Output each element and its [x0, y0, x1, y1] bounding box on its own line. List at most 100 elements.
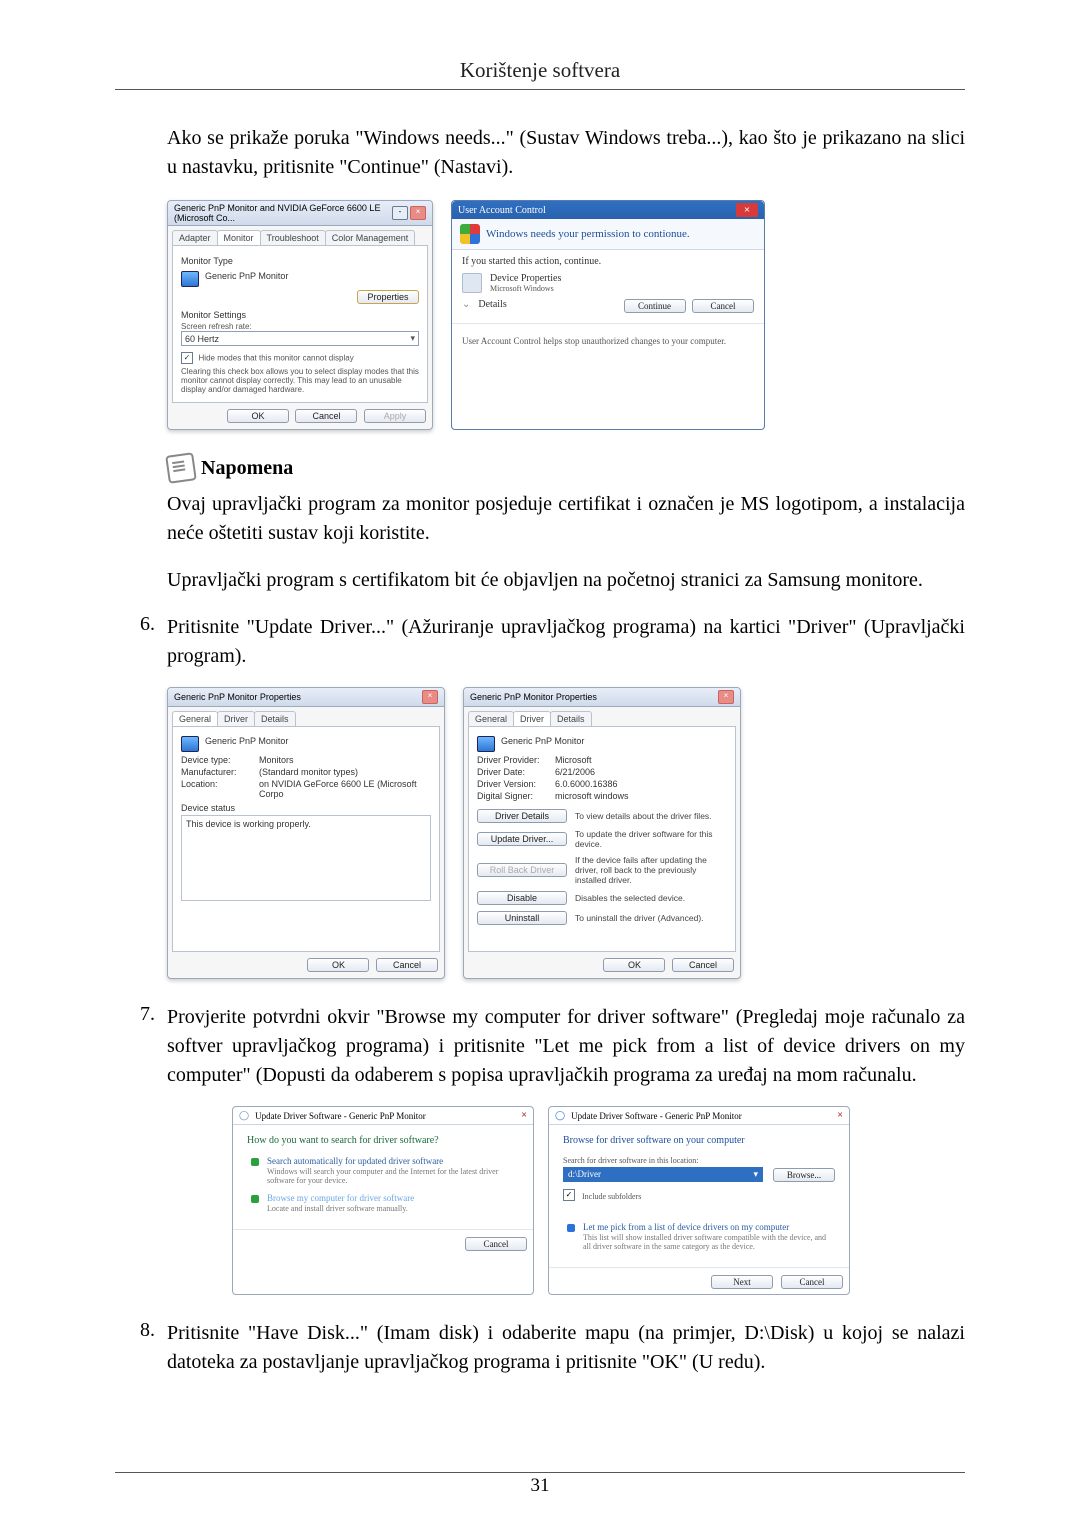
- step-number: 6.: [115, 613, 167, 671]
- refresh-rate-label: Screen refresh rate:: [181, 322, 419, 331]
- kv-key: Digital Signer:: [477, 791, 555, 801]
- step-7: 7. Provjerite potvrdni okvir "Browse my …: [115, 1003, 965, 1090]
- option-search-auto[interactable]: Search automatically for updated driver …: [251, 1156, 519, 1185]
- window-titlebar: Generic PnP Monitor and NVIDIA GeForce 6…: [168, 201, 432, 226]
- cancel-button[interactable]: Cancel: [692, 299, 754, 313]
- close-icon[interactable]: ×: [736, 203, 758, 217]
- update-driver-button[interactable]: Update Driver...: [477, 832, 567, 846]
- cancel-button[interactable]: Cancel: [672, 958, 734, 972]
- uac-headline-row: Windows needs your permission to contion…: [452, 219, 764, 250]
- note-p2: Upravljački program s certifikatom bit ć…: [167, 566, 965, 595]
- tab-details[interactable]: Details: [550, 711, 592, 726]
- uac-footer-text: User Account Control helps stop unauthor…: [462, 336, 754, 346]
- tab-general[interactable]: General: [468, 711, 514, 726]
- include-subfolders-checkbox[interactable]: ✓: [563, 1189, 575, 1201]
- monitor-icon: [477, 736, 495, 752]
- roll-back-driver-button[interactable]: Roll Back Driver: [477, 863, 567, 877]
- close-icon[interactable]: ×: [837, 1110, 843, 1121]
- path-label: Search for driver software in this locat…: [563, 1156, 835, 1165]
- page-title: Korištenje softvera: [115, 58, 965, 90]
- tab-general[interactable]: General: [172, 711, 218, 726]
- kv-key: Driver Provider:: [477, 755, 555, 765]
- device-heading: Generic PnP Monitor: [501, 736, 584, 746]
- step-number: 7.: [115, 1003, 167, 1090]
- cancel-button[interactable]: Cancel: [376, 958, 438, 972]
- hide-modes-checkbox[interactable]: ✓: [181, 352, 193, 364]
- close-icon[interactable]: ×: [422, 690, 438, 704]
- hide-modes-help: Clearing this check box allows you to se…: [181, 367, 419, 394]
- device-props-driver: Generic PnP Monitor Properties × General…: [463, 687, 741, 979]
- figure-row-1: Generic PnP Monitor and NVIDIA GeForce 6…: [167, 200, 965, 430]
- step-text: Pritisnite "Update Driver..." (Ažuriranj…: [167, 613, 965, 671]
- tab-adapter[interactable]: Adapter: [172, 230, 218, 245]
- tab-details[interactable]: Details: [254, 711, 296, 726]
- ok-button[interactable]: OK: [603, 958, 665, 972]
- page-number: 31: [0, 1475, 1080, 1497]
- uninstall-button[interactable]: Uninstall: [477, 911, 567, 925]
- properties-button[interactable]: Properties: [357, 290, 419, 304]
- expand-icon[interactable]: ⌄: [462, 299, 470, 310]
- close-icon[interactable]: ×: [521, 1110, 527, 1121]
- tab-troubleshoot[interactable]: Troubleshoot: [260, 230, 326, 245]
- figure-row-3: ◯ Update Driver Software - Generic PnP M…: [117, 1106, 965, 1295]
- apply-button[interactable]: Apply: [364, 409, 426, 423]
- monitor-settings-label: Monitor Settings: [181, 310, 419, 320]
- arrow-icon: [251, 1195, 259, 1203]
- document-page: Korištenje softvera Ako se prikaže poruk…: [0, 0, 1080, 1527]
- ok-button[interactable]: OK: [227, 409, 289, 423]
- driver-path-input[interactable]: d:\Driver ▾: [563, 1167, 763, 1182]
- cancel-button[interactable]: Cancel: [295, 409, 357, 423]
- note-p1: Ovaj upravljački program za monitor posj…: [167, 490, 965, 548]
- next-button[interactable]: Next: [711, 1275, 773, 1289]
- uac-dialog: User Account Control × Windows needs you…: [451, 200, 765, 430]
- device-props-general: Generic PnP Monitor Properties × General…: [167, 687, 445, 979]
- driver-details-button[interactable]: Driver Details: [477, 809, 567, 823]
- chevron-down-icon: ▾: [753, 1169, 758, 1180]
- minimize-icon[interactable]: -: [392, 206, 408, 220]
- monitor-type-label: Monitor Type: [181, 256, 419, 266]
- window-title: Generic PnP Monitor Properties: [174, 692, 301, 702]
- disable-button[interactable]: Disable: [477, 891, 567, 905]
- arrow-icon: [251, 1158, 259, 1166]
- arrow-icon: [567, 1224, 575, 1232]
- tab-monitor[interactable]: Monitor: [217, 230, 261, 245]
- browse-button[interactable]: Browse...: [773, 1168, 835, 1182]
- back-icon[interactable]: ◯: [555, 1110, 565, 1121]
- uac-started: If you started this action, continue.: [462, 256, 754, 267]
- continue-button[interactable]: Continue: [624, 299, 686, 313]
- option-browse-computer[interactable]: Browse my computer for driver software L…: [251, 1193, 519, 1213]
- step-number: 8.: [115, 1319, 167, 1377]
- update-driver-desc: To update the driver software for this d…: [575, 829, 727, 849]
- footer-rule: [115, 1472, 965, 1473]
- tab-color-mgmt[interactable]: Color Management: [325, 230, 416, 245]
- kv-key: Driver Version:: [477, 779, 555, 789]
- device-heading: Generic PnP Monitor: [205, 736, 288, 746]
- uac-details-label[interactable]: Details: [478, 299, 611, 310]
- ok-button[interactable]: OK: [307, 958, 369, 972]
- tab-driver[interactable]: Driver: [513, 711, 551, 726]
- option-desc: Windows will search your computer and th…: [267, 1167, 519, 1185]
- uac-title-text: User Account Control: [458, 205, 546, 216]
- kv-key: Driver Date:: [477, 767, 555, 777]
- tab-driver[interactable]: Driver: [217, 711, 255, 726]
- uac-titlebar: User Account Control ×: [452, 201, 764, 219]
- back-icon[interactable]: ◯: [239, 1110, 249, 1121]
- cancel-button[interactable]: Cancel: [781, 1275, 843, 1289]
- step-8: 8. Pritisnite "Have Disk..." (Imam disk)…: [115, 1319, 965, 1377]
- close-icon[interactable]: ×: [410, 206, 426, 220]
- kv-val: Monitors: [259, 755, 431, 765]
- refresh-rate-select[interactable]: 60 Hertz ▾: [181, 331, 419, 346]
- cancel-button[interactable]: Cancel: [465, 1237, 527, 1251]
- option-title: Browse my computer for driver software: [267, 1193, 414, 1203]
- driver-path-value: d:\Driver: [568, 1169, 601, 1180]
- tab-strip: Adapter Monitor Troubleshoot Color Manag…: [172, 230, 428, 245]
- close-icon[interactable]: ×: [718, 690, 734, 704]
- refresh-rate-value: 60 Hertz: [185, 334, 219, 344]
- kv-val: on NVIDIA GeForce 6600 LE (Microsoft Cor…: [259, 779, 431, 799]
- step-text: Provjerite potvrdni okvir "Browse my com…: [167, 1003, 965, 1090]
- option-title: Search automatically for updated driver …: [267, 1156, 519, 1166]
- kv-val: microsoft windows: [555, 791, 727, 801]
- option-let-me-pick[interactable]: Let me pick from a list of device driver…: [567, 1222, 835, 1251]
- uac-publisher: Microsoft Windows: [490, 284, 561, 293]
- include-subfolders-label: Include subfolders: [582, 1192, 641, 1201]
